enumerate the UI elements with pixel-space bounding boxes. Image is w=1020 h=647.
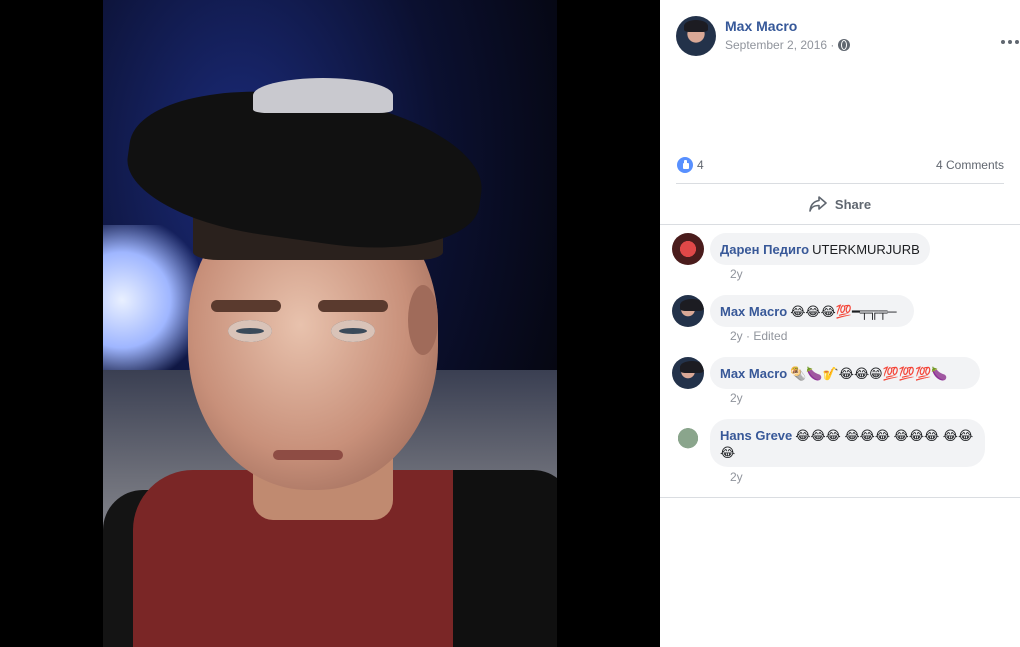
comment-time[interactable]: 2y [730,470,743,484]
like-icon[interactable] [677,157,693,173]
jacket-right [453,470,557,647]
share-label: Share [834,196,872,212]
divider [660,224,1020,225]
comment-bubble: Даpен Педиго UTERKMURJURB [710,233,930,265]
author-avatar[interactable] [676,16,716,56]
post-meta: September 2, 2016 · [725,38,851,52]
share-icon [809,196,827,212]
comments-count[interactable]: 4 Comments [936,158,1004,172]
comment-time[interactable]: 2y [730,267,743,281]
light-glow [103,225,198,375]
comment-bubble: Max Macro 🌯🍆🎷😂😂😁💯💯💯🍆 [710,357,980,389]
ear [408,285,438,355]
comment-bubble: Max Macro 😂😂😂💯━╤╦╤─ [710,295,914,327]
globe-icon[interactable] [838,39,851,51]
comment-text: 🌯🍆🎷😂😂😁💯💯💯🍆 [790,366,948,381]
comment-bubble: Hans Greve 😂😂😂 😂😂😂 😂😂😂 😂😂😂 [710,419,985,467]
post-panel: Max Macro September 2, 2016 · 4 4 Commen… [660,0,1020,647]
commenter-avatar[interactable] [672,419,704,451]
share-button[interactable]: Share [660,186,1020,222]
divider [676,183,1004,184]
post-date[interactable]: September 2, 2016 · [725,38,834,52]
commenter-avatar[interactable] [672,233,704,265]
comment-text: UTERKMURJURB [812,242,920,257]
right-eyebrow [318,300,388,312]
comment-time[interactable]: 2y · Edited [730,329,787,343]
commenter-avatar[interactable] [672,357,704,389]
commenter-name[interactable]: Даpен Педиго [720,242,809,257]
commenter-name[interactable]: Max Macro [720,304,787,319]
commenter-avatar[interactable] [672,295,704,327]
mouth [273,450,343,460]
right-eye [331,320,375,342]
post-header: Max Macro September 2, 2016 · [676,16,1019,60]
more-options-icon[interactable] [1000,32,1020,52]
left-eyebrow [211,300,281,312]
left-eye [228,320,272,342]
divider [660,497,1020,498]
reactions-bar: 4 4 Comments [676,155,1004,175]
cap-crown [253,78,393,113]
comment-time[interactable]: 2y [730,391,743,405]
commenter-name[interactable]: Max Macro [720,366,787,381]
author-name[interactable]: Max Macro [725,18,797,34]
comment-text: 😂😂😂💯━╤╦╤─ [790,304,897,319]
commenter-name[interactable]: Hans Greve [720,428,792,443]
photo-viewer [0,0,660,647]
post-photo[interactable] [103,0,557,647]
like-count[interactable]: 4 [697,158,704,172]
